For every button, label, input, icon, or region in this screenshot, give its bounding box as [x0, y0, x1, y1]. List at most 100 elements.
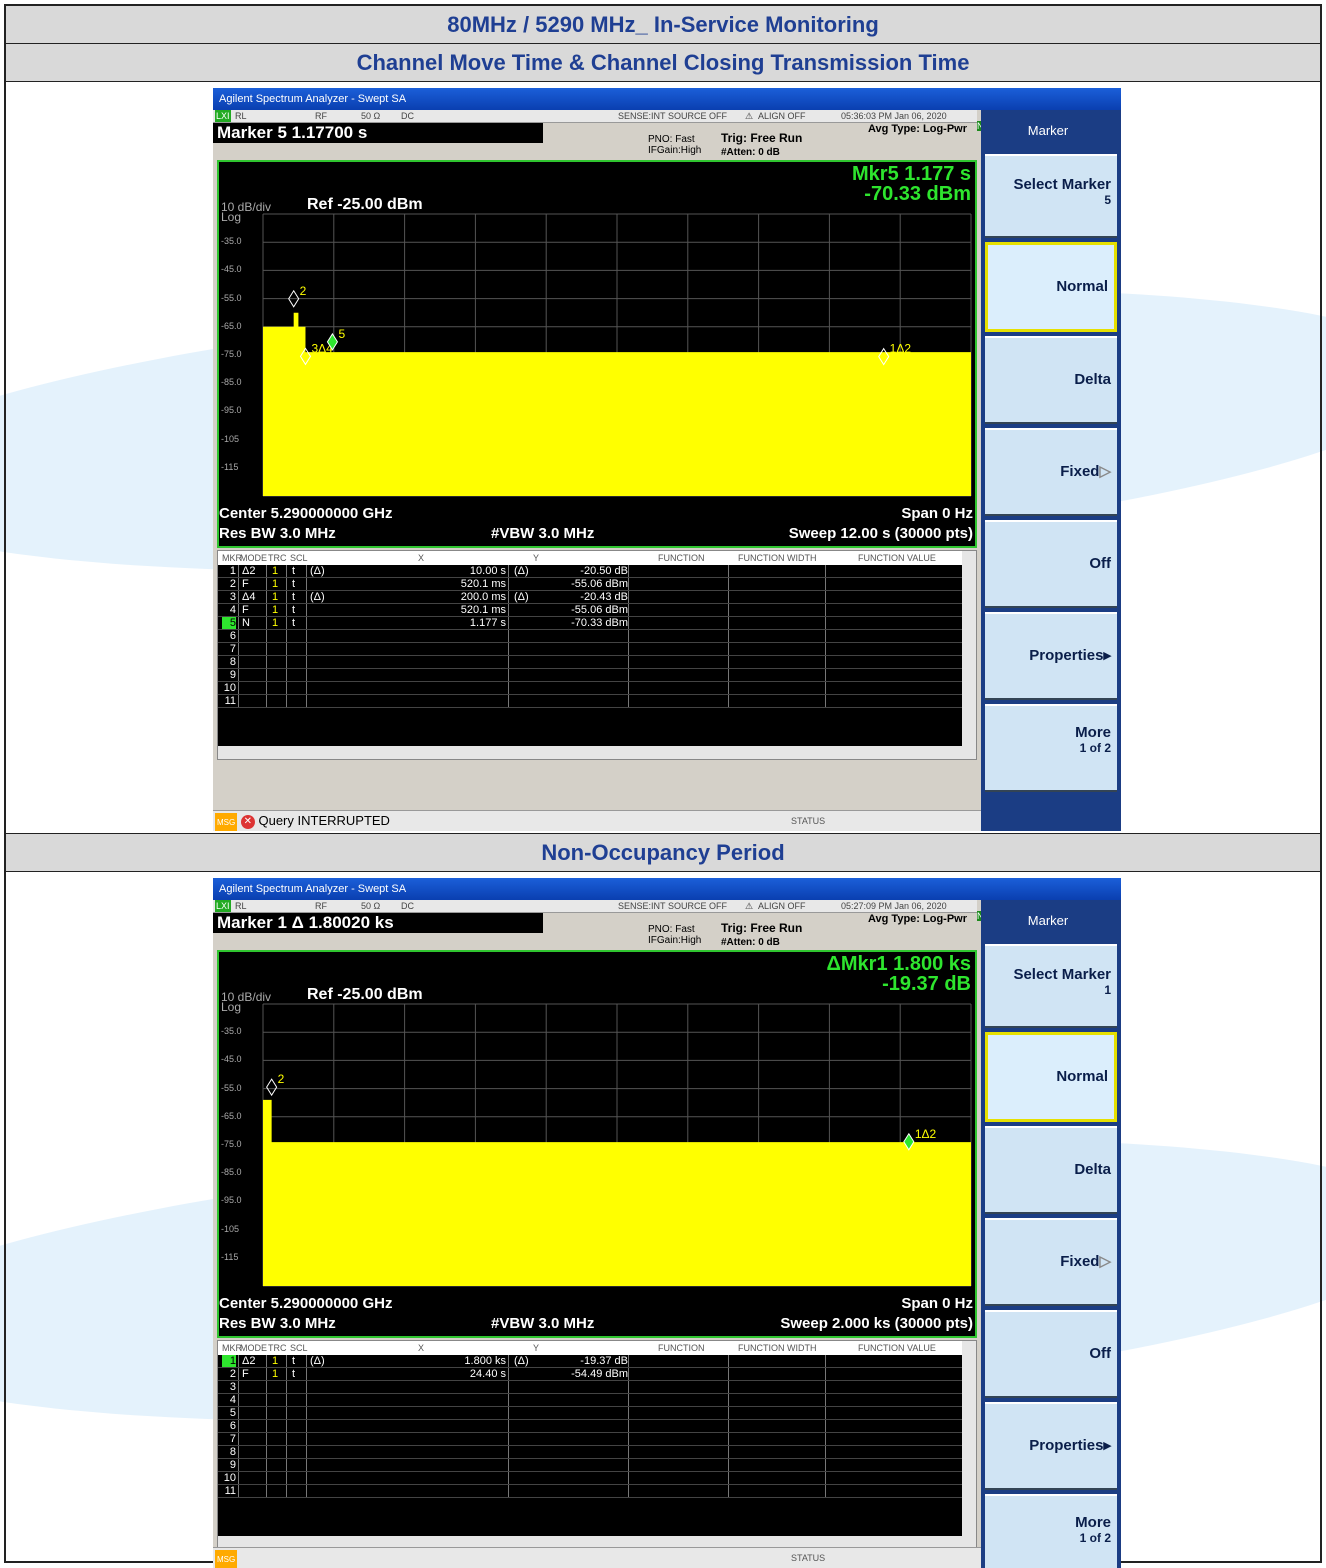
- table-cell-mkr: 4: [229, 1394, 236, 1406]
- delta-button[interactable]: Delta: [985, 336, 1117, 424]
- normal-label: Normal: [1056, 1068, 1108, 1085]
- table-row[interactable]: 6: [218, 1420, 963, 1433]
- table-row[interactable]: 7: [218, 1433, 963, 1446]
- marker-label: 5: [338, 327, 345, 341]
- status-label: STATUS: [791, 816, 826, 826]
- properties-label: Properties: [1029, 1437, 1104, 1454]
- table-cell-trc: 1: [272, 591, 279, 603]
- table-cell-mkr: 4: [229, 604, 236, 616]
- table-cell-x: 200.0 ms: [460, 591, 506, 603]
- table-cell-mode: Δ2: [242, 565, 256, 577]
- y-tick-label: -45.0: [221, 264, 242, 275]
- table-cell-mkr: 6: [229, 630, 236, 642]
- vertical-scrollbar[interactable]: [962, 551, 976, 759]
- marker-table-header: MKR MODE TRC SCL X Y FUNCTION FUNCTION WIDTH FUN…: [218, 1341, 976, 1355]
- table-cell-trc: 1: [272, 1368, 279, 1380]
- off-button[interactable]: Off: [985, 1310, 1117, 1398]
- fixed-button[interactable]: Fixed▷: [985, 428, 1117, 516]
- table-header-cell: TRC: [268, 1343, 287, 1353]
- normal-button[interactable]: Normal: [985, 242, 1117, 332]
- table-row[interactable]: 5: [218, 1407, 963, 1420]
- table-cell-x: 520.1 ms: [460, 604, 506, 616]
- trace-plot[interactable]: 2 3Δ4 5 1Δ2 10 dB/div Ref -25.00 dBm Log Mk…: [217, 160, 977, 548]
- table-row[interactable]: 10: [218, 682, 963, 695]
- instrument-status-line: LXI RL RF 50 Ω DC SENSE:INT SOURCE OFF ⚠…: [213, 110, 977, 123]
- align-indicator: ALIGN OFF: [758, 901, 806, 911]
- table-cell-x: 1.800 ks: [464, 1355, 506, 1367]
- table-row[interactable]: 9: [218, 669, 963, 682]
- sweep-time: Sweep 2.000 ks (30000 pts): [780, 1315, 973, 1332]
- marker-label: 2: [278, 1072, 285, 1086]
- table-cell-y: -19.37 dB: [580, 1355, 628, 1367]
- off-button[interactable]: Off: [985, 520, 1117, 608]
- log-label: Log: [221, 210, 242, 224]
- horizontal-scrollbar[interactable]: [218, 746, 976, 759]
- select-marker-button[interactable]: Select Marker 5: [985, 154, 1117, 238]
- table-header-cell: MKR: [222, 553, 242, 563]
- vbw: #VBW 3.0 MHz: [491, 1315, 595, 1332]
- properties-button[interactable]: Properties▸: [985, 612, 1117, 700]
- marker-table[interactable]: MKR MODE TRC SCL X Y FUNCTION FUNCTION WIDTH FUN…: [217, 1340, 977, 1550]
- table-cell-mkr: 9: [229, 669, 236, 681]
- table-row[interactable]: 1 Δ2 1 t (Δ) 10.00 s (Δ) -20.50 dB: [218, 565, 963, 578]
- span: Span 0 Hz: [901, 1295, 973, 1312]
- submenu-arrow-icon: ▷: [1099, 463, 1111, 480]
- table-row[interactable]: 3: [218, 1381, 963, 1394]
- table-row[interactable]: 8: [218, 1446, 963, 1459]
- table-row[interactable]: 2 F 1 t 520.1 ms -55.06 dBm: [218, 578, 963, 591]
- table-cell-scl: t: [292, 604, 296, 616]
- table-cell-mkr: 8: [229, 656, 236, 668]
- table-row[interactable]: 10: [218, 1472, 963, 1485]
- res-bw: Res BW 3.0 MHz: [219, 1315, 336, 1332]
- table-row[interactable]: 9: [218, 1459, 963, 1472]
- marker-table[interactable]: MKR MODE TRC SCL X Y FUNCTION FUNCTION WIDTH FUN…: [217, 550, 977, 760]
- span: Span 0 Hz: [901, 505, 973, 522]
- more-label: More: [1075, 724, 1111, 741]
- table-cell-x: 10.00 s: [469, 565, 506, 577]
- table-header-cell: FUNCTION WIDTH: [738, 1343, 817, 1353]
- table-row[interactable]: 7: [218, 643, 963, 656]
- table-cell-mkr: 8: [229, 1446, 236, 1458]
- fixed-label: Fixed: [1060, 1253, 1100, 1270]
- more-page: 1 of 2: [1079, 1531, 1111, 1545]
- select-marker-value: 5: [1104, 193, 1111, 207]
- rl-indicator: RL: [235, 111, 247, 121]
- table-cell-mode: Δ4: [242, 591, 256, 603]
- table-row[interactable]: 1 Δ2 1 t (Δ) 1.800 ks (Δ) -19.37 dB: [218, 1355, 963, 1368]
- trace-plot[interactable]: 2 1Δ2 10 dB/div Ref -25.00 dBm Log ΔMkr1 …: [217, 950, 977, 1338]
- table-cell-mkr: 1: [229, 565, 236, 577]
- screenshot-row-2: Agilent Spectrum Analyzer - Swept SA LXI…: [6, 872, 1320, 1568]
- instrument-status-line: LXI RL RF 50 Ω DC SENSE:INT SOURCE OFF ⚠…: [213, 900, 977, 913]
- table-row[interactable]: 11: [218, 695, 963, 708]
- table-header-cell: MODE: [240, 553, 267, 563]
- normal-button[interactable]: Normal: [985, 1032, 1117, 1122]
- properties-button[interactable]: Properties▸: [985, 1402, 1117, 1490]
- table-row[interactable]: 3 Δ4 1 t (Δ) 200.0 ms (Δ) -20.43 dB: [218, 591, 963, 604]
- more-button[interactable]: More 1 of 2: [985, 704, 1117, 792]
- table-cell-scl: t: [292, 591, 296, 603]
- table-row[interactable]: 11: [218, 1485, 963, 1498]
- table-row[interactable]: 8: [218, 656, 963, 669]
- fixed-button[interactable]: Fixed▷: [985, 1218, 1117, 1306]
- y-tick-label: -85.0: [221, 1167, 242, 1178]
- table-row[interactable]: 2 F 1 t 24.40 s -54.49 dBm: [218, 1368, 963, 1381]
- table-cell-mode: Δ2: [242, 1355, 256, 1367]
- softkey-menu-title: Marker: [985, 110, 1117, 152]
- sweep-time: Sweep 12.00 s (30000 pts): [788, 525, 973, 542]
- rl-indicator: RL: [235, 901, 247, 911]
- table-row[interactable]: 4 F 1 t 520.1 ms -55.06 dBm: [218, 604, 963, 617]
- table-row[interactable]: 4: [218, 1394, 963, 1407]
- align-indicator: ALIGN OFF: [758, 111, 806, 121]
- select-marker-button[interactable]: Select Marker 1: [985, 944, 1117, 1028]
- avg-type-label: Avg Type: Log-Pwr: [868, 123, 967, 135]
- vertical-scrollbar[interactable]: [962, 1341, 976, 1549]
- table-row[interactable]: 5 N 1 t 1.177 s -70.33 dBm: [218, 617, 963, 630]
- y-tick-label: -65.0: [221, 320, 242, 331]
- table-cell-mode: F: [242, 604, 249, 616]
- marker-table-header: MKR MODE TRC SCL X Y FUNCTION FUNCTION WIDTH FUN…: [218, 551, 976, 565]
- marker-readout-x: ΔMkr1 1.800 ks: [826, 953, 971, 975]
- table-header-cell: FUNCTION: [658, 553, 705, 563]
- delta-button[interactable]: Delta: [985, 1126, 1117, 1214]
- table-row[interactable]: 6: [218, 630, 963, 643]
- marker-diamond[interactable]: [266, 1078, 278, 1097]
